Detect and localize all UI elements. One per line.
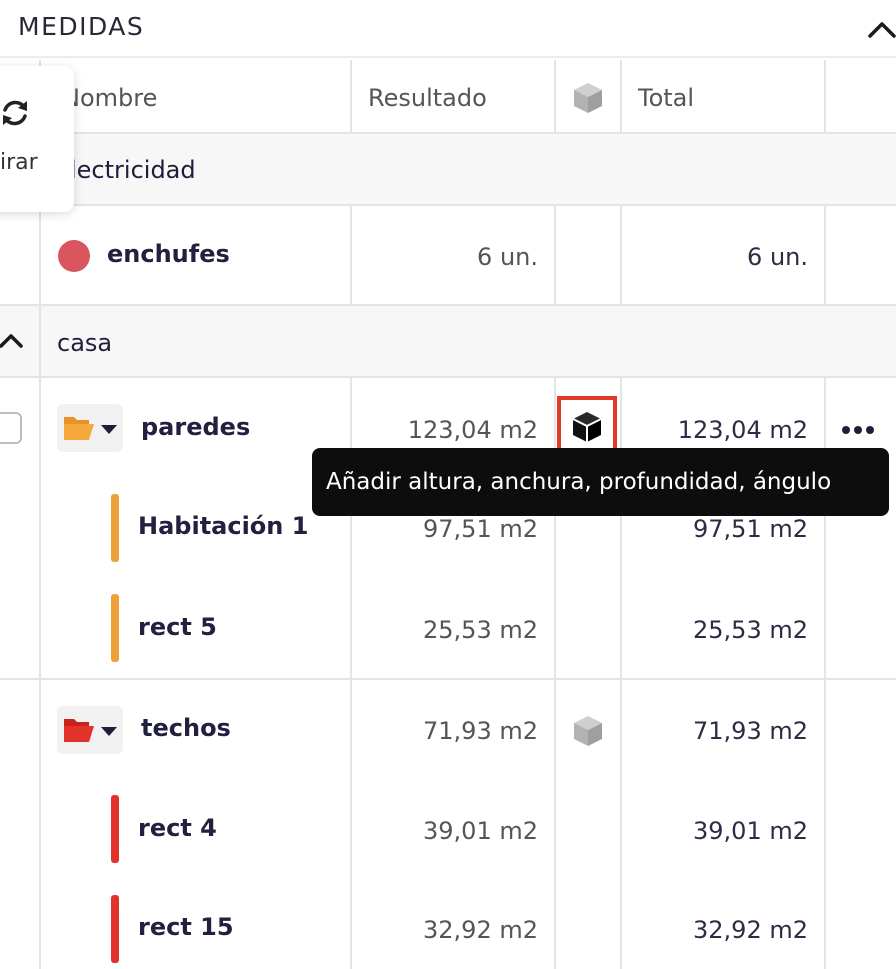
grid-line: [0, 304, 896, 306]
row-name-enchufes[interactable]: enchufes: [107, 240, 230, 268]
grid-line: [350, 206, 352, 306]
row-name-habitacion-1[interactable]: Habitación 1: [138, 512, 308, 540]
panel-header: MEDIDAS: [0, 0, 896, 58]
color-dot: [58, 240, 90, 272]
tooltip: Añadir altura, anchura, profundidad, áng…: [312, 448, 889, 516]
row-result-habitacion-1: 97,51 m2: [423, 515, 538, 543]
grid-line: [620, 206, 622, 306]
color-bar: [111, 895, 119, 963]
grid-line: [620, 60, 622, 134]
rotate-icon: [0, 96, 32, 130]
row-name-rect-4[interactable]: rect 4: [138, 814, 217, 842]
row-total-rect-15: 32,92 m2: [693, 916, 808, 944]
grid-line: [0, 204, 896, 206]
row-total-rect-5: 25,53 m2: [693, 616, 808, 644]
row-total-techos: 71,93 m2: [693, 717, 808, 745]
column-header-total[interactable]: Total: [638, 84, 694, 112]
row-result-enchufes: 6 un.: [477, 243, 538, 271]
grid-line: [0, 376, 896, 378]
row-result-paredes: 123,04 m2: [407, 416, 538, 444]
row-name-rect-5[interactable]: rect 5: [138, 613, 217, 641]
row-total-enchufes: 6 un.: [747, 243, 808, 271]
grid-line: [350, 60, 352, 134]
row-result-techos: 71,93 m2: [423, 717, 538, 745]
column-header-name[interactable]: Nombre: [62, 84, 157, 112]
grid-line: [554, 60, 556, 134]
cube-icon: [571, 81, 605, 115]
row-total-rect-4: 39,01 m2: [693, 817, 808, 845]
rotate-card[interactable]: irar: [0, 66, 74, 212]
more-horizontal-icon[interactable]: [840, 420, 880, 440]
row-name-techos[interactable]: techos: [141, 714, 231, 742]
panel-title: MEDIDAS: [18, 12, 145, 41]
grid-line: [824, 60, 826, 134]
grid-line: [0, 678, 896, 680]
cube-icon: [572, 412, 602, 442]
chevron-up-icon[interactable]: [0, 330, 24, 352]
group-label-casa: casa: [57, 329, 113, 357]
folder-open-icon: [64, 417, 94, 440]
row-total-habitacion-1: 97,51 m2: [693, 515, 808, 543]
column-header-result[interactable]: Resultado: [368, 84, 487, 112]
cube-icon[interactable]: [571, 714, 605, 748]
color-bar: [111, 594, 119, 662]
row-checkbox[interactable]: [0, 412, 22, 444]
grid-line: [0, 132, 896, 134]
color-bar: [111, 795, 119, 863]
row-total-paredes: 123,04 m2: [677, 416, 808, 444]
group-row-casa[interactable]: [0, 306, 896, 378]
folder-dropdown-button[interactable]: [57, 404, 123, 452]
folder-dropdown-button[interactable]: [57, 706, 123, 754]
row-result-rect-15: 32,92 m2: [423, 916, 538, 944]
chevron-up-icon[interactable]: [866, 16, 896, 42]
rotate-label: irar: [0, 150, 38, 175]
group-label-electricidad: lectricidad: [70, 156, 196, 184]
color-bar: [111, 494, 119, 562]
row-result-rect-5: 25,53 m2: [423, 616, 538, 644]
grid-line: [554, 206, 556, 306]
grid-line: [824, 206, 826, 306]
folder-open-icon: [64, 719, 94, 742]
row-result-rect-4: 39,01 m2: [423, 817, 538, 845]
row-name-rect-15[interactable]: rect 15: [138, 913, 234, 941]
row-name-paredes[interactable]: paredes: [141, 413, 250, 441]
